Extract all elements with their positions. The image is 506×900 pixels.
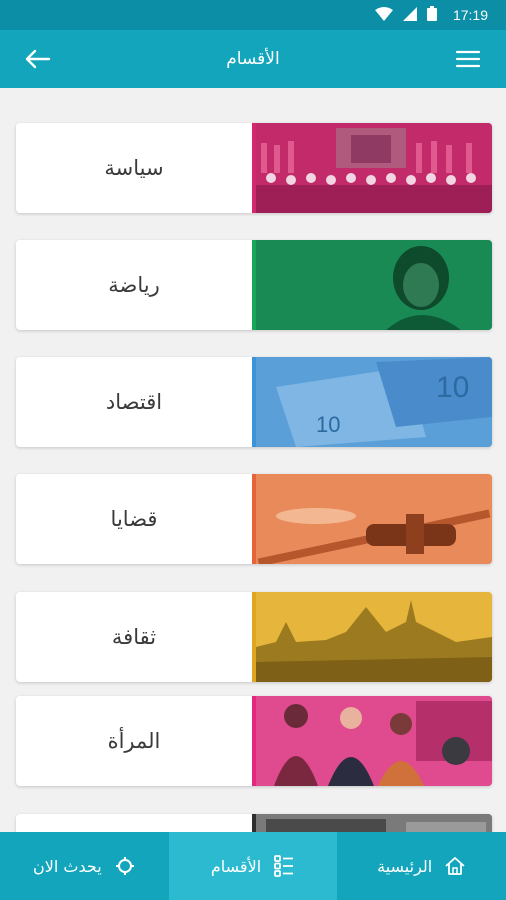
category-label: ثقافة — [111, 625, 157, 649]
category-list: سياسة رياضة اقتصاد 10 10 قضايا ثقافة الم… — [0, 88, 506, 832]
issues-thumbnail — [252, 474, 492, 564]
category-label: سياسة — [104, 156, 164, 180]
women-thumbnail — [252, 696, 492, 786]
category-card-more[interactable] — [16, 814, 492, 832]
app-bar: الأقسام — [0, 30, 506, 88]
status-bar: 17:19 — [0, 0, 506, 30]
nav-item-live[interactable]: يحدث الان — [0, 832, 169, 900]
economy-thumbnail: 10 10 — [252, 357, 492, 447]
sections-icon — [273, 855, 295, 877]
page-title: الأقسام — [226, 49, 280, 69]
nav-label-sections: الأقسام — [210, 856, 262, 876]
nav-item-home[interactable]: الرئيسية — [337, 832, 506, 900]
category-card-women[interactable]: المرأة — [16, 696, 492, 786]
category-label: اقتصاد — [105, 390, 163, 414]
nav-label-live: يحدث الان — [33, 856, 102, 876]
culture-thumbnail — [252, 592, 492, 682]
category-card-economy[interactable]: اقتصاد 10 10 — [16, 357, 492, 447]
politics-thumbnail — [252, 123, 492, 213]
category-card-sports[interactable]: رياضة — [16, 240, 492, 330]
nav-item-sections[interactable]: الأقسام — [168, 832, 338, 900]
menu-icon[interactable] — [452, 43, 484, 75]
signal-icon — [402, 6, 417, 25]
partial-thumbnail — [252, 814, 492, 832]
category-label: قضايا — [110, 507, 158, 531]
bottom-navigation: يحدث الان الأقسام الرئيسية — [0, 832, 506, 900]
status-time: 17:19 — [452, 7, 488, 23]
target-icon — [114, 855, 136, 877]
home-icon — [444, 855, 466, 877]
wifi-icon — [374, 6, 393, 25]
category-card-culture[interactable]: ثقافة — [16, 592, 492, 682]
back-arrow-icon[interactable] — [22, 43, 54, 75]
category-label — [16, 814, 252, 832]
category-label: رياضة — [108, 273, 160, 297]
category-card-issues[interactable]: قضايا — [16, 474, 492, 564]
category-label: المرأة — [107, 729, 161, 753]
battery-icon — [426, 5, 437, 25]
sports-thumbnail — [252, 240, 492, 330]
svg-text:10: 10 — [436, 371, 469, 404]
svg-text:10: 10 — [316, 412, 340, 437]
category-card-politics[interactable]: سياسة — [16, 123, 492, 213]
nav-label-home: الرئيسية — [377, 856, 433, 876]
